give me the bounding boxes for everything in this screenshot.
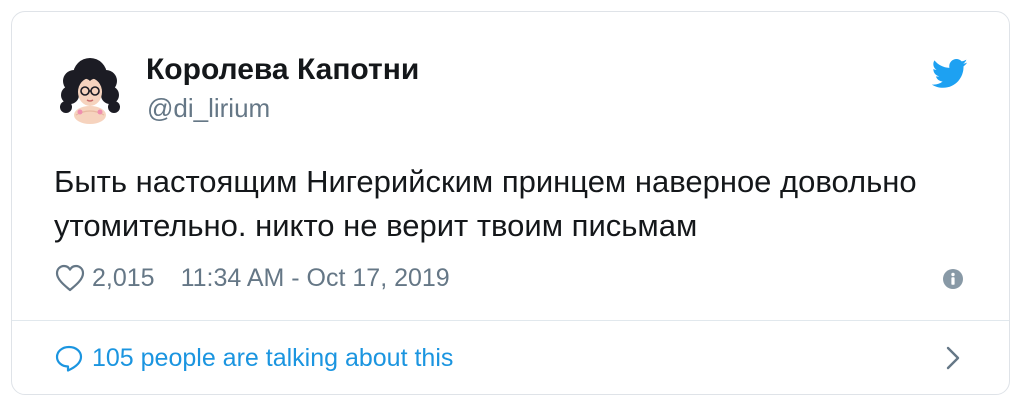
info-icon[interactable] [942, 268, 964, 290]
twitter-bird-icon[interactable] [931, 59, 968, 89]
timestamp[interactable]: 11:34 AM - Oct 17, 2019 [181, 264, 450, 293]
heart-icon[interactable] [54, 263, 86, 293]
speech-bubble-icon [54, 344, 84, 372]
user-handle[interactable]: @di_lirium [147, 92, 270, 124]
like-count[interactable]: 2,015 [92, 264, 155, 293]
divider [12, 320, 1009, 321]
display-name[interactable]: Королева Капотни [146, 52, 419, 88]
tweet-meta: 2,015 11:34 AM - Oct 17, 2019 [54, 258, 450, 298]
avatar-illustration [54, 55, 126, 127]
conversation-label[interactable]: 105 people are talking about this [92, 344, 453, 373]
tweet-card[interactable]: Королева Капотни @di_lirium Быть настоящ… [11, 11, 1010, 395]
tweet-text-line: Быть настоящим Нигерийским принцем навер… [54, 164, 917, 199]
conversation-link[interactable]: 105 people are talking about this [54, 338, 453, 378]
chevron-right-icon[interactable] [944, 345, 962, 371]
tweet-text: Быть настоящим Нигерийским принцем навер… [54, 160, 984, 248]
tweet-text-line: утомительно. никто не верит твоим письма… [54, 208, 698, 243]
avatar[interactable] [54, 55, 126, 127]
